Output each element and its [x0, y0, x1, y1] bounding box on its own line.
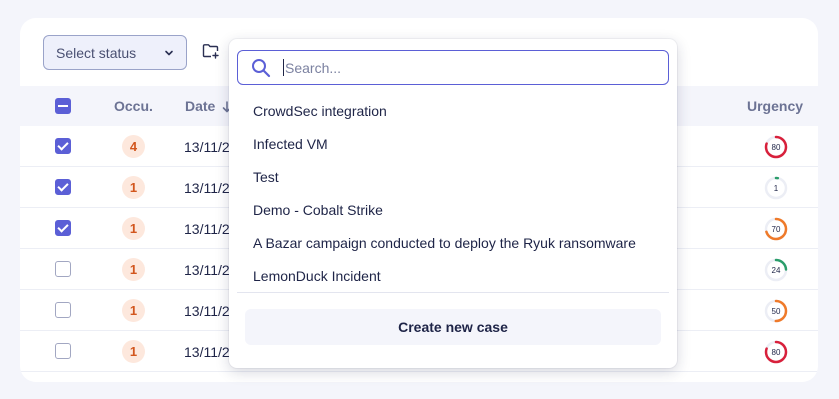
- row-date: 13/11/2: [184, 139, 230, 155]
- column-date[interactable]: Date: [185, 98, 215, 114]
- text-cursor: [283, 59, 284, 76]
- case-option[interactable]: Test: [253, 169, 279, 185]
- case-search-field[interactable]: [237, 50, 669, 85]
- column-occurrences[interactable]: Occu.: [114, 98, 153, 114]
- row-date: 13/11/2: [184, 344, 230, 360]
- create-new-case-button[interactable]: Create new case: [245, 309, 661, 345]
- urgency-value: 80: [771, 347, 781, 357]
- urgency-value: 24: [771, 265, 781, 275]
- row-date: 13/11/2: [184, 262, 230, 278]
- case-option[interactable]: LemonDuck Incident: [253, 268, 381, 284]
- row-checkbox[interactable]: [55, 179, 71, 195]
- row-checkbox[interactable]: [55, 343, 71, 359]
- case-option[interactable]: Demo - Cobalt Strike: [253, 202, 383, 218]
- urgency-gauge: 70: [763, 216, 789, 242]
- urgency-value: 70: [771, 224, 781, 234]
- urgency-gauge: 80: [763, 134, 789, 160]
- row-date: 13/11/2: [184, 303, 230, 319]
- urgency-gauge: 80: [763, 339, 789, 365]
- urgency-value: 1: [773, 183, 779, 193]
- case-option[interactable]: CrowdSec integration: [253, 103, 387, 119]
- select-all-checkbox[interactable]: [55, 98, 71, 114]
- case-search-input[interactable]: [285, 59, 645, 76]
- row-checkbox[interactable]: [55, 302, 71, 318]
- row-checkbox[interactable]: [55, 220, 71, 236]
- row-checkbox[interactable]: [55, 138, 71, 154]
- occurrence-badge: 4: [122, 135, 145, 158]
- urgency-value: 80: [771, 142, 781, 152]
- case-option[interactable]: A Bazar campaign conducted to deploy the…: [253, 235, 636, 251]
- dropdown-divider: [237, 292, 669, 293]
- status-select[interactable]: Select status: [43, 35, 187, 70]
- folder-plus-icon: [202, 44, 219, 59]
- urgency-gauge: 24: [763, 257, 789, 283]
- urgency-gauge: 1: [763, 175, 789, 201]
- status-select-label: Select status: [56, 44, 137, 61]
- case-picker-dropdown: CrowdSec integration Infected VM Test De…: [229, 39, 677, 368]
- row-checkbox[interactable]: [55, 261, 71, 277]
- case-option[interactable]: Infected VM: [253, 136, 328, 152]
- chevron-down-icon: [165, 50, 173, 55]
- add-to-case-button[interactable]: [200, 40, 222, 62]
- occurrence-badge: 1: [122, 258, 145, 281]
- occurrence-badge: 1: [122, 217, 145, 240]
- row-date: 13/11/2: [184, 180, 230, 196]
- column-urgency[interactable]: Urgency: [747, 98, 803, 114]
- occurrence-badge: 1: [122, 340, 145, 363]
- urgency-value: 50: [771, 306, 781, 316]
- occurrence-badge: 1: [122, 176, 145, 199]
- urgency-gauge: 50: [763, 298, 789, 324]
- occurrence-badge: 1: [122, 299, 145, 322]
- row-date: 13/11/2: [184, 221, 230, 237]
- search-icon: [252, 58, 271, 77]
